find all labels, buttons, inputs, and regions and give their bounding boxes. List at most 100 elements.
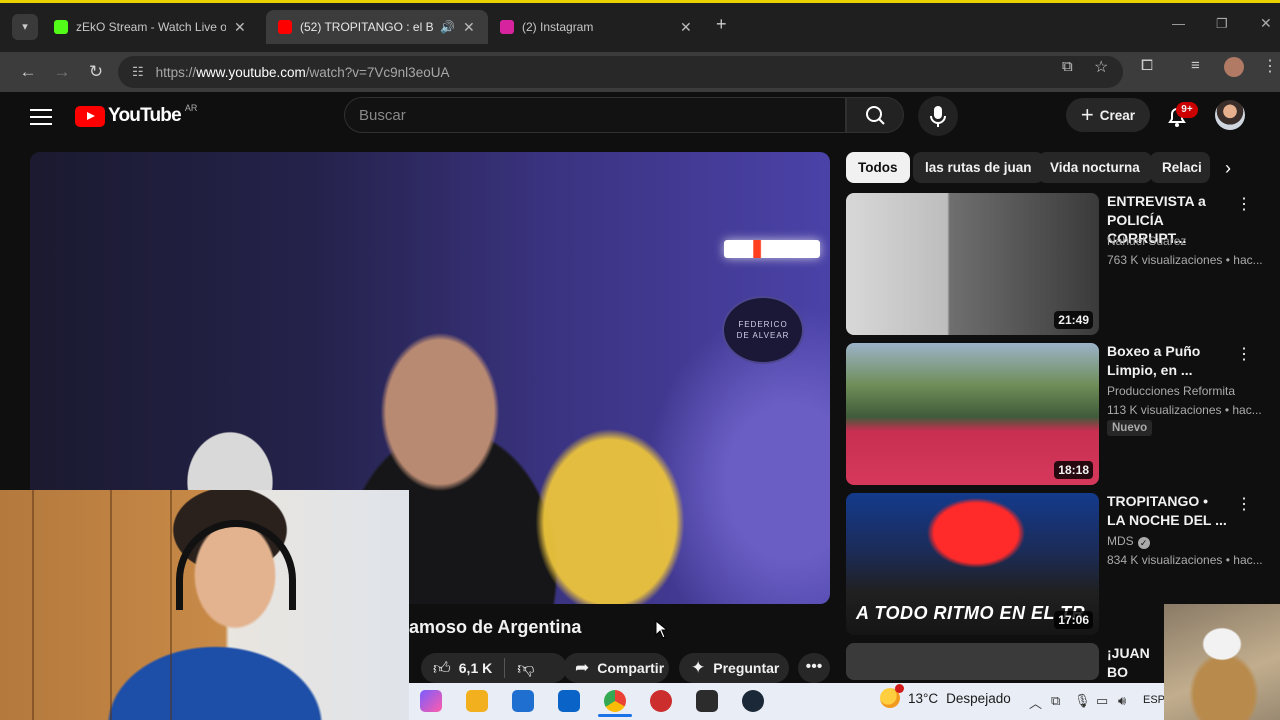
voice-search-button[interactable]	[918, 96, 958, 136]
thumbs-down-icon: 👎︎	[517, 658, 535, 678]
chevron-right-icon[interactable]: ›	[1214, 156, 1242, 180]
chevron-up-icon[interactable]: ︿	[1029, 693, 1042, 712]
recommendation-thumbnail[interactable]: A TODO RITMO EN EL TR 17:06	[846, 493, 1099, 635]
url-path: /watch?v=7Vc9nl3eoUA	[305, 64, 450, 80]
instagram-icon	[500, 20, 514, 34]
forward-icon[interactable]: →	[48, 58, 76, 86]
back-icon[interactable]: ←	[14, 58, 42, 86]
recommendation-menu-icon[interactable]: ⋮	[1236, 194, 1252, 214]
tab-title: (52) TROPITANGO : el BOLICHE	[300, 20, 434, 34]
close-icon[interactable]: ✕	[234, 19, 246, 36]
recommendation-menu-icon[interactable]: ⋮	[1236, 494, 1252, 514]
network-icon[interactable]: ⧉	[1051, 693, 1060, 709]
recommendation-channel[interactable]: Nahuel Suarez	[1107, 234, 1186, 248]
tab-instagram[interactable]: (2) Instagram ✕	[488, 10, 708, 44]
verified-check-icon: ✓	[1137, 537, 1150, 549]
chip-las-rutas-de-juan[interactable]: las rutas de juan	[913, 152, 1044, 183]
chrome-icon[interactable]	[604, 690, 626, 712]
search-input[interactable]: Buscar	[344, 97, 846, 133]
more-actions-button[interactable]: •••	[798, 653, 830, 683]
country-code: AR	[184, 103, 198, 113]
channel-name: MDS	[1107, 534, 1134, 548]
thumbs-up-icon: 👍︎	[433, 658, 451, 678]
profile-avatar[interactable]	[1224, 57, 1244, 77]
hamburger-menu-icon[interactable]	[30, 106, 52, 125]
file-explorer-icon[interactable]	[466, 690, 488, 712]
kick-icon	[54, 20, 68, 34]
recommendation-title[interactable]: TROPITANGO • LA NOCHE DEL ...	[1107, 492, 1229, 529]
venue-logo: FEDERICO DE ALVEAR	[722, 296, 804, 364]
sun-icon	[880, 684, 904, 708]
minimize-icon[interactable]: —	[1172, 16, 1185, 31]
streamer-webcam	[0, 490, 409, 720]
restore-icon[interactable]: ❐	[1216, 16, 1228, 32]
search-placeholder: Buscar	[359, 106, 406, 124]
cast-icon[interactable]: ⧉	[1062, 58, 1073, 75]
ask-label: Preguntar	[713, 660, 780, 676]
address-bar[interactable]: ☷ https://www.youtube.com/watch?v=7Vc9nl…	[118, 56, 1123, 88]
recommendation-thumbnail[interactable]: 21:49	[846, 193, 1099, 335]
recommendation-thumbnail[interactable]: 18:18	[846, 343, 1099, 485]
chip-relacionados[interactable]: Relaci	[1150, 152, 1210, 183]
close-icon[interactable]: ✕	[463, 19, 475, 36]
recommendation-channel[interactable]: MDS ✓	[1107, 534, 1150, 549]
create-label: Crear	[1099, 107, 1136, 123]
recommendation-channel[interactable]: Producciones Reformita	[1107, 384, 1235, 398]
ask-button[interactable]: ✦ Preguntar	[679, 653, 789, 683]
create-button[interactable]: + Crear	[1066, 98, 1150, 132]
video-title: amoso de Argentina	[409, 617, 582, 637]
bookmark-star-icon[interactable]: ☆	[1094, 57, 1108, 77]
recommendation-title[interactable]: Boxeo a Puño Limpio, en ...	[1107, 342, 1229, 379]
youtube-logo[interactable]: YouTube AR	[75, 103, 198, 128]
venue-logo-text: FEDERICO DE ALVEAR	[736, 320, 790, 340]
thumbnail-text: A TODO RITMO EN EL TR	[856, 603, 1086, 623]
tab-kick[interactable]: zEkO Stream - Watch Live on Kick ✕	[42, 10, 266, 44]
sparkle-icon: ✦	[691, 658, 706, 677]
mouse-cursor	[655, 620, 669, 639]
outlook-icon[interactable]	[558, 690, 580, 712]
weather-condition: Despejado	[946, 690, 1011, 706]
recommendation-meta: 834 K visualizaciones • hac...	[1107, 553, 1263, 567]
account-avatar[interactable]	[1215, 100, 1245, 130]
url-host: www.youtube.com	[196, 64, 306, 80]
extensions-icon[interactable]: ⧠	[1141, 57, 1153, 74]
like-button[interactable]: 👍︎ 6,1 K	[421, 653, 504, 683]
weather-widget[interactable]: 13°C Despejado	[880, 684, 1011, 708]
chip-vida-nocturna[interactable]: Vida nocturna	[1038, 152, 1152, 183]
share-icon: ➦	[575, 658, 590, 677]
tab-youtube[interactable]: (52) TROPITANGO : el BOLICHE 🔊 ✕	[266, 10, 488, 44]
video-duration: 17:06	[1054, 611, 1093, 629]
plus-icon: +	[1080, 102, 1094, 127]
site-info-icon[interactable]: ☷	[132, 64, 144, 80]
app-icon[interactable]	[650, 690, 672, 712]
video-duration: 18:18	[1054, 461, 1093, 479]
store-icon[interactable]	[512, 690, 534, 712]
reload-icon[interactable]: ↻	[82, 58, 110, 86]
youtube-play-icon	[75, 105, 105, 127]
close-icon[interactable]: ✕	[680, 19, 692, 36]
steam-icon[interactable]	[742, 690, 764, 712]
new-tab-icon[interactable]: +	[716, 14, 727, 35]
share-button[interactable]: ➦ Compartir	[563, 653, 669, 683]
temperature: 13°C	[908, 690, 939, 706]
obs-icon[interactable]	[696, 690, 718, 712]
active-app-indicator	[598, 714, 632, 717]
cat-overlay	[1164, 604, 1280, 720]
window-close-icon[interactable]: ✕	[1260, 15, 1272, 32]
search-button[interactable]	[846, 97, 904, 133]
recommendation-thumbnail[interactable]	[846, 643, 1099, 680]
language-indicator[interactable]: ESP	[1143, 694, 1165, 706]
copilot-icon[interactable]	[420, 690, 442, 712]
video-duration: 21:49	[1054, 311, 1093, 329]
url-scheme: https://	[155, 64, 197, 80]
dislike-button[interactable]: 👎︎	[505, 653, 546, 683]
speaker-icon[interactable]: 🔊	[440, 20, 455, 34]
volume-icon[interactable]: 🔊︎	[1118, 693, 1126, 709]
media-control-icon[interactable]: ≡	[1191, 57, 1200, 74]
display-icon[interactable]: ▭	[1096, 693, 1108, 709]
microphone-tray-icon[interactable]: 🎙︎	[1074, 693, 1091, 709]
menu-icon[interactable]: ⋮	[1262, 56, 1278, 76]
tab-search-button[interactable]: ▾	[12, 14, 38, 40]
chip-todos[interactable]: Todos	[846, 152, 910, 183]
recommendation-menu-icon[interactable]: ⋮	[1236, 344, 1252, 364]
